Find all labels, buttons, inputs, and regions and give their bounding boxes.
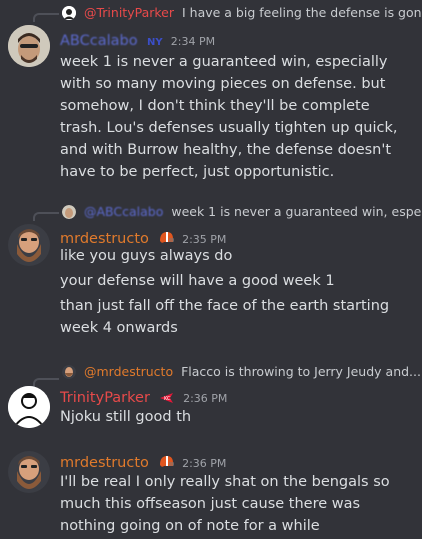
reply-text: Flacco is throwing to Jerry Jeudy and... [181, 364, 421, 379]
reply-avatar [62, 365, 76, 379]
avatar[interactable] [8, 386, 50, 428]
username[interactable]: mrdestructo [60, 455, 149, 471]
reply-text: week 1 is never a guaranteed win, espe..… [171, 204, 422, 219]
svg-text:NY: NY [147, 37, 163, 47]
reply-spine [33, 378, 59, 387]
message-header: TrinityParker KC 2:36 PM [60, 387, 227, 407]
avatar[interactable] [8, 224, 50, 266]
reply-author: @mrdestructo [83, 364, 174, 379]
reply-preview[interactable]: @mrdestructo Flacco is throwing to Jerry… [62, 364, 422, 379]
reply-preview[interactable]: @TrinityParker I have a big feeling the … [62, 5, 422, 20]
reply-preview[interactable]: @ABCcalabo week 1 is never a guaranteed … [62, 204, 422, 219]
message-body: I'll be real I only really shat on the b… [60, 474, 390, 534]
username[interactable]: ABCcalabo [60, 33, 138, 49]
message-body: than just fall off the face of the earth… [60, 298, 390, 336]
message-header: mrdestructo 2:36 PM [60, 452, 226, 472]
reply-author: @TrinityParker [83, 5, 174, 20]
reply-avatar [62, 205, 76, 219]
avatar[interactable] [8, 451, 50, 493]
timestamp: 2:34 PM [170, 35, 216, 48]
team-badge-icon: NY [147, 32, 163, 51]
svg-text:KC: KC [164, 396, 171, 402]
avatar[interactable] [8, 25, 50, 67]
message-body: Njoku still good th [60, 409, 192, 425]
reply-text: I have a big feeling the defense is gon.… [181, 5, 422, 20]
timestamp: 2:36 PM [183, 392, 228, 405]
username[interactable]: TrinityParker [60, 390, 150, 406]
reply-spine [33, 212, 59, 221]
message-body: your defense will have a good week 1 [60, 273, 335, 289]
message-header: ABCcalabo NY 2:34 PM [60, 30, 215, 50]
message-body: week 1 is never a guaranteed win, especi… [60, 54, 398, 180]
timestamp: 2:36 PM [182, 457, 227, 470]
reply-author: @ABCcalabo [83, 204, 164, 219]
message-body: like you guys always do [60, 248, 233, 264]
reply-avatar [62, 6, 76, 20]
reply-spine [33, 13, 59, 22]
